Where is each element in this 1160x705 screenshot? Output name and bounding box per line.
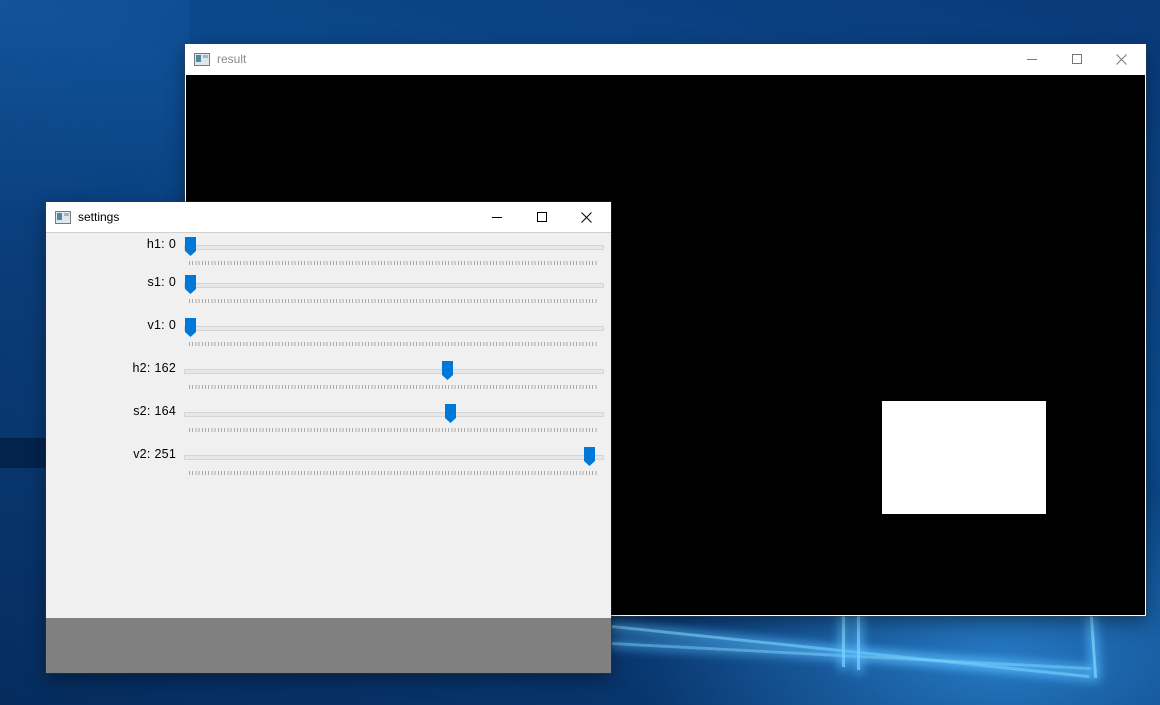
settings-image-area	[46, 618, 611, 673]
minimize-icon	[491, 217, 502, 218]
minimize-button[interactable]	[1009, 44, 1054, 74]
wallpaper-shadow	[0, 438, 46, 468]
trackbar-s2[interactable]: s2: 164	[46, 402, 611, 445]
trackbar-track[interactable]	[184, 245, 604, 250]
trackbar-track[interactable]	[184, 412, 604, 417]
trackbar-s1[interactable]: s1: 0	[46, 273, 611, 316]
trackbar-panel: h1: 0 s1: 0 v1: 0 h2: 162 s2: 164 v2: 25…	[46, 233, 611, 618]
app-window-icon	[194, 52, 210, 66]
trackbar-ticks	[189, 471, 598, 475]
trackbar-track[interactable]	[184, 369, 604, 374]
result-window-title: result	[217, 52, 247, 66]
settings-window-title: settings	[78, 210, 120, 224]
trackbar-v2[interactable]: v2: 251	[46, 445, 611, 488]
settings-window[interactable]: settings h1: 0 s1: 0 v1: 0 h2: 162 s2: 1…	[46, 202, 611, 673]
maximize-icon	[1071, 54, 1082, 64]
trackbar-label: v2: 251	[133, 447, 176, 461]
trackbar-ticks	[189, 428, 598, 432]
trackbar-h2[interactable]: h2: 162	[46, 359, 611, 402]
trackbar-thumb[interactable]	[583, 447, 595, 466]
trackbar-label: h1: 0	[146, 237, 176, 251]
wallpaper-light-beam	[611, 642, 1092, 671]
trackbar-label: s1: 0	[147, 275, 176, 289]
trackbar-thumb[interactable]	[445, 404, 457, 423]
trackbar-thumb[interactable]	[442, 361, 454, 380]
trackbar-thumb[interactable]	[185, 318, 196, 337]
result-titlebar[interactable]: result	[185, 44, 1146, 74]
close-icon	[581, 211, 592, 223]
trackbar-ticks	[189, 299, 598, 303]
trackbar-h1[interactable]: h1: 0	[46, 235, 611, 278]
trackbar-ticks	[189, 261, 598, 265]
close-button[interactable]	[1099, 44, 1144, 74]
wallpaper-light-beam	[842, 615, 845, 667]
settings-titlebar[interactable]: settings	[46, 202, 611, 233]
wallpaper-light-beam	[611, 625, 1090, 679]
mask-white-region	[882, 401, 1046, 514]
trackbar-ticks	[189, 385, 598, 389]
trackbar-v1[interactable]: v1: 0	[46, 316, 611, 359]
close-icon	[1116, 53, 1127, 65]
maximize-icon	[536, 212, 547, 222]
trackbar-thumb[interactable]	[185, 237, 196, 256]
app-window-icon	[55, 210, 71, 224]
trackbar-label: h2: 162	[132, 361, 176, 375]
trackbar-ticks	[189, 342, 598, 346]
close-button[interactable]	[564, 202, 609, 232]
minimize-button[interactable]	[474, 202, 519, 232]
trackbar-track[interactable]	[184, 455, 604, 460]
wallpaper-light-beam	[857, 615, 860, 670]
trackbar-track[interactable]	[184, 283, 604, 288]
minimize-icon	[1026, 59, 1037, 60]
maximize-button[interactable]	[1054, 44, 1099, 74]
trackbar-track[interactable]	[184, 326, 604, 331]
trackbar-thumb[interactable]	[185, 275, 196, 294]
maximize-button[interactable]	[519, 202, 564, 232]
trackbar-label: v1: 0	[147, 318, 176, 332]
trackbar-label: s2: 164	[133, 404, 176, 418]
